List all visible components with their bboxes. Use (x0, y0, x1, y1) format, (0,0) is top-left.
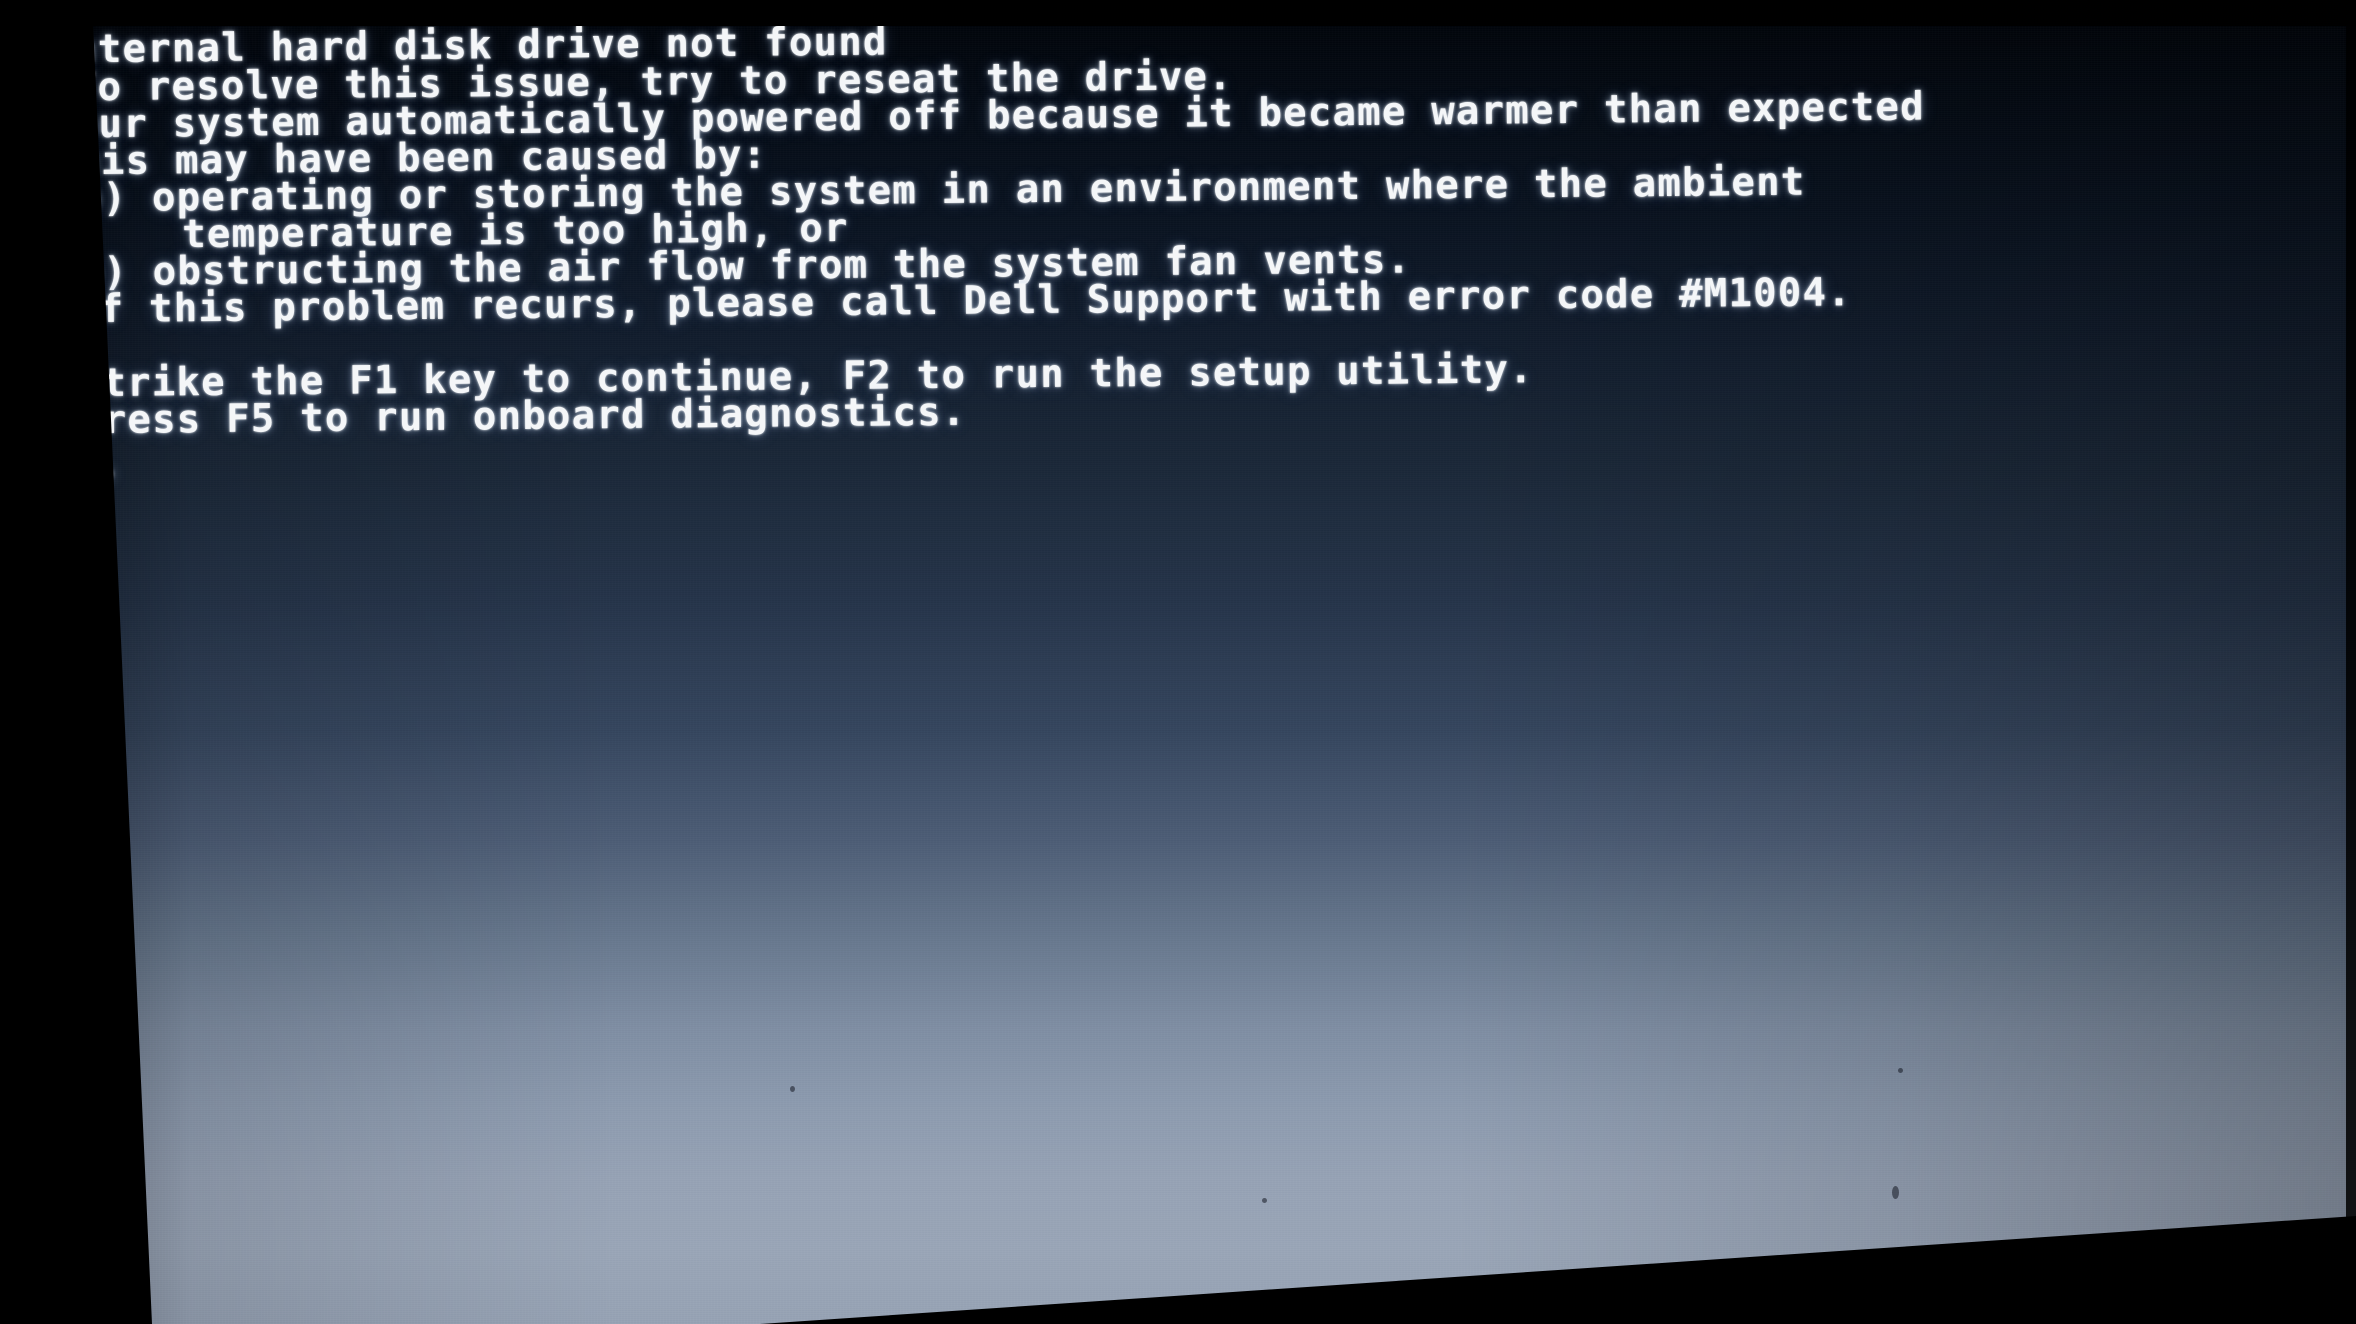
console-line-key-f5: Press F5 to run onboard diagnostics. (77, 389, 967, 444)
laptop-screen-photo: internal hard disk drive not found To re… (0, 0, 2356, 1324)
monitor-bezel-right (2346, 0, 2356, 1324)
bios-console-text: internal hard disk drive not found To re… (0, 0, 2356, 1324)
monitor-bezel-top (0, 0, 2356, 26)
